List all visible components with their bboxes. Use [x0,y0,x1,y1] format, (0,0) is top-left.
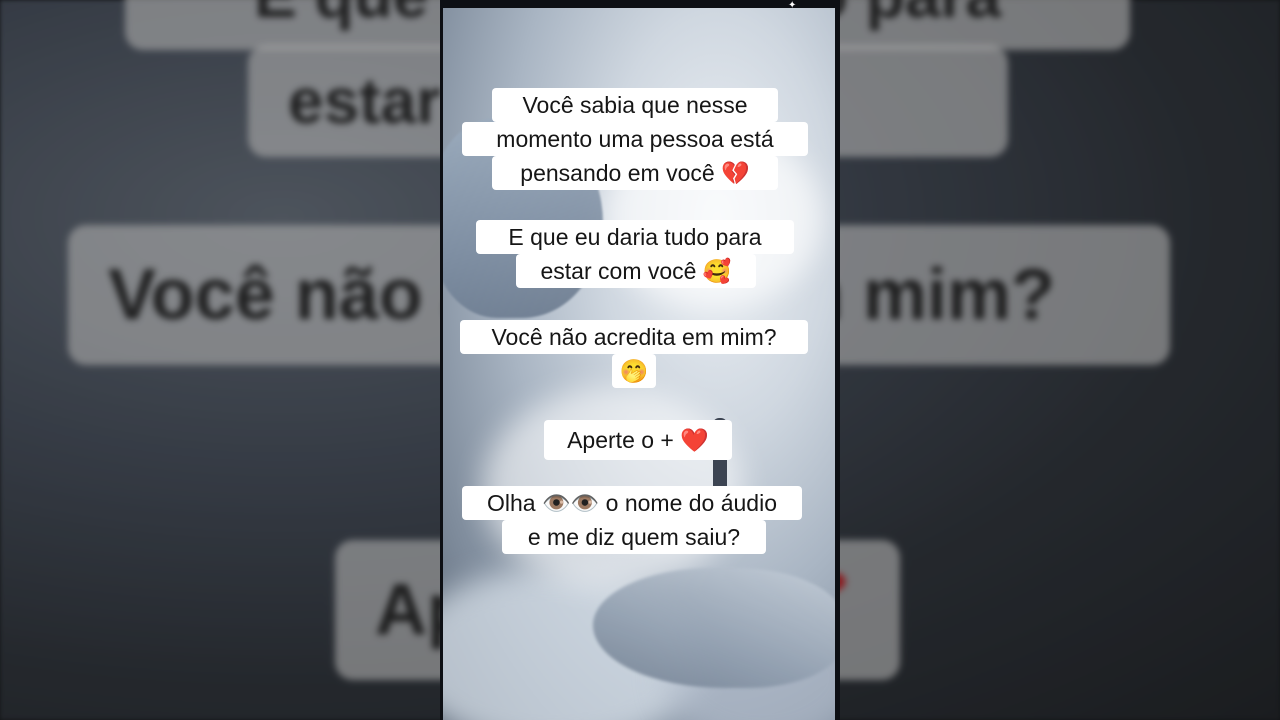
red-heart-icon: ❤️ [680,428,709,454]
message-text: Você não acredita em mim? [491,324,777,350]
smiling-face-with-hearts-icon: 🥰 [702,259,732,285]
message-text: Você sabia que nesse [522,92,748,118]
eyes-icon: 👁️👁️ [541,491,600,517]
message-5-line-2: e me diz quem saiu? [502,520,766,554]
message-1-line-3: pensando em você 💔 [492,156,778,190]
sparkle-icon: ✦ [788,0,797,11]
left-dim-overlay [0,0,440,720]
message-text: Olha [486,490,536,516]
message-4-line-1: Aperte o + ❤️ [544,420,732,460]
message-1-line-1: Você sabia que nesse [492,88,778,122]
message-text: e me diz quem saiu? [527,524,741,550]
video-frame[interactable]: ✦ Você sabia que nesse momento uma pesso… [440,0,840,720]
message-text: Aperte o + [567,427,674,453]
message-2-line-1: E que eu daria tudo para [476,220,794,254]
message-3-line-1: Você não acredita em mim? [460,320,808,354]
message-text: pensando em você [520,160,715,186]
broken-heart-icon: 💔 [721,161,750,187]
message-1-line-2: momento uma pessoa está [462,122,808,156]
message-5-line-1: Olha 👁️👁️ o nome do áudio [462,486,802,520]
message-3-line-2: 🤭 [612,354,656,388]
face-with-hand-over-mouth-icon: 🤭 [619,359,649,385]
message-text: o nome do áudio [605,490,777,516]
message-text: estar com você [540,258,697,284]
right-dim-overlay [840,0,1280,720]
video-player[interactable]: E que eu daria tudo para estar com você … [0,0,1280,720]
message-text: E que eu daria tudo para [508,224,762,250]
message-2-line-2: estar com você 🥰 [516,254,756,288]
message-text: momento uma pessoa está [496,126,774,152]
